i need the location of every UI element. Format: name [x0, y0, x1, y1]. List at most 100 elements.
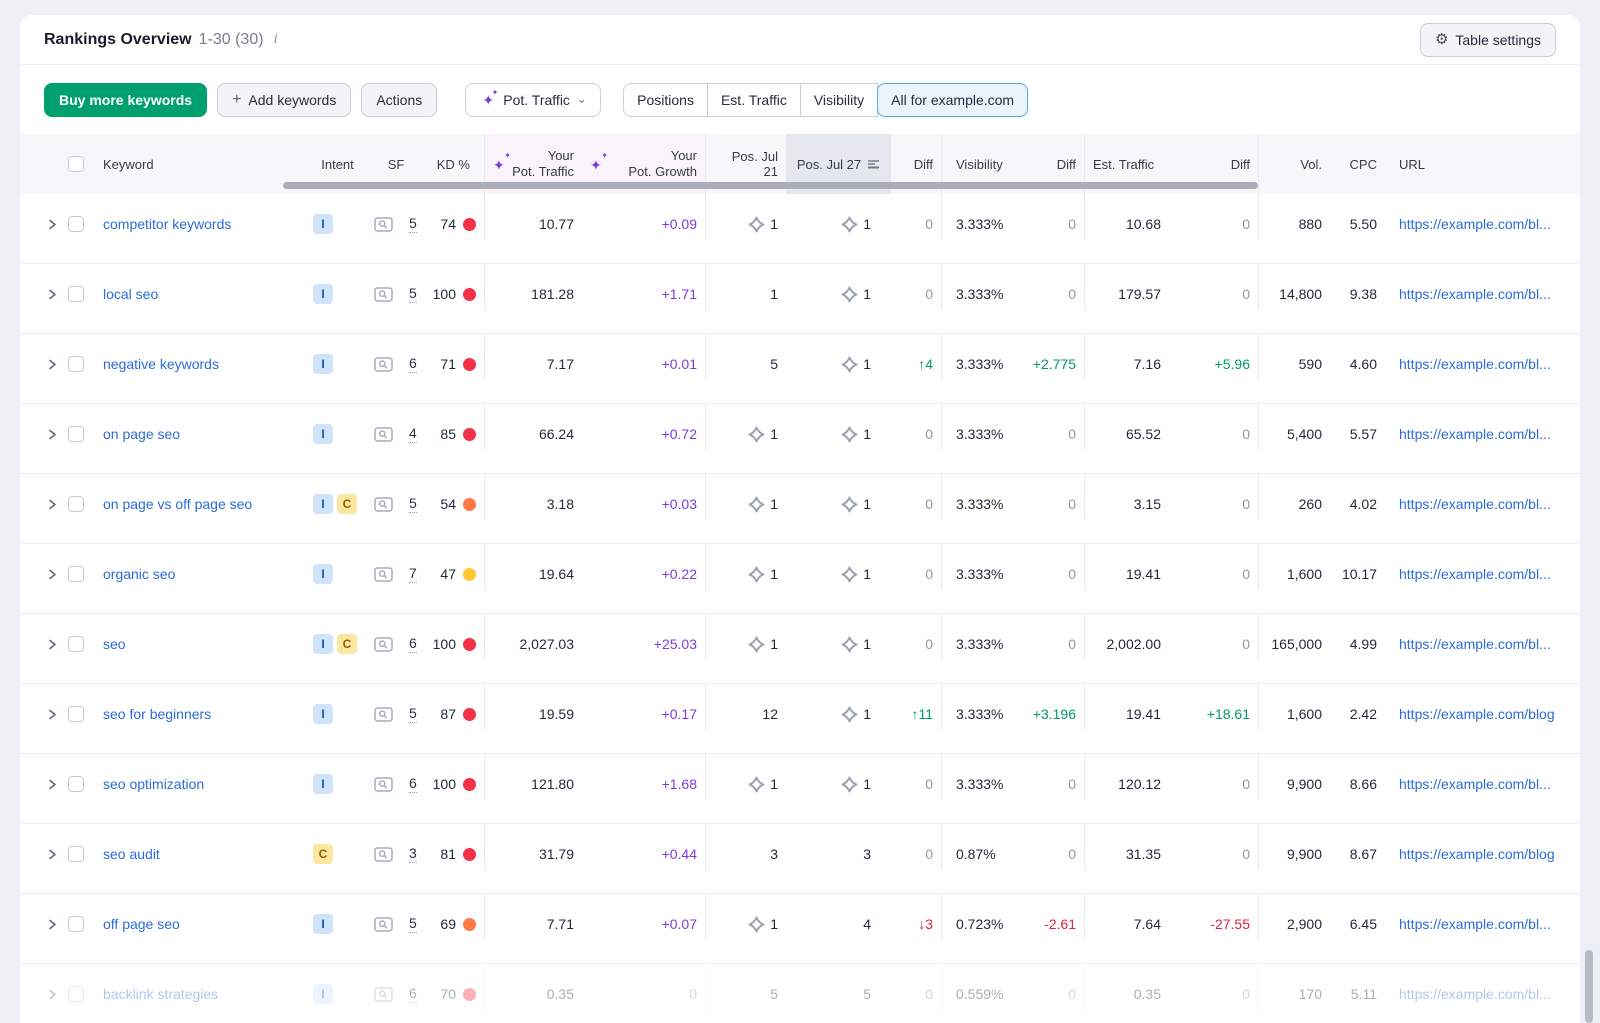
- url-link[interactable]: https://example.com/blog: [1399, 706, 1572, 722]
- select-all-checkbox[interactable]: [68, 156, 84, 172]
- actions-button[interactable]: Actions: [361, 83, 437, 117]
- serp-features-icon[interactable]: [374, 497, 393, 512]
- serp-features-icon[interactable]: [374, 707, 393, 722]
- sf-count[interactable]: 5: [409, 705, 417, 723]
- row-checkbox[interactable]: [68, 496, 84, 512]
- serp-feature-position-icon: [748, 426, 765, 443]
- row-checkbox[interactable]: [68, 776, 84, 792]
- kd-cell: 87: [422, 684, 484, 730]
- header-url[interactable]: URL: [1385, 134, 1580, 194]
- keyword-link[interactable]: competitor keywords: [103, 216, 231, 232]
- table-settings-button[interactable]: ⚙ Table settings: [1420, 23, 1556, 57]
- serp-features-icon[interactable]: [374, 427, 393, 442]
- row-checkbox[interactable]: [68, 636, 84, 652]
- expand-row-chevron-icon[interactable]: [44, 636, 68, 653]
- sf-count[interactable]: 7: [409, 565, 417, 583]
- keyword-link[interactable]: on page vs off page seo: [103, 496, 252, 512]
- keyword-cell: seo for beginners: [20, 684, 305, 730]
- serp-features-icon[interactable]: [374, 637, 393, 652]
- tab-all-for-domain[interactable]: All for example.com: [877, 83, 1028, 117]
- row-checkbox[interactable]: [68, 356, 84, 372]
- sf-count[interactable]: 3: [409, 845, 417, 863]
- url-link[interactable]: https://example.com/bl...: [1399, 426, 1572, 442]
- row-checkbox[interactable]: [68, 216, 84, 232]
- add-keywords-button[interactable]: + Add keywords: [217, 83, 351, 117]
- sf-count[interactable]: 5: [409, 215, 417, 233]
- serp-features-icon[interactable]: [374, 217, 393, 232]
- header-vol[interactable]: Vol.: [1258, 134, 1330, 194]
- plus-icon: +: [232, 91, 241, 109]
- url-link[interactable]: https://example.com/bl...: [1399, 216, 1572, 232]
- tab-positions[interactable]: Positions: [623, 83, 708, 117]
- horizontal-scrollbar[interactable]: [283, 182, 1258, 189]
- keyword-link[interactable]: on page seo: [103, 426, 180, 442]
- url-link[interactable]: https://example.com/bl...: [1399, 496, 1572, 512]
- expand-row-chevron-icon[interactable]: [44, 286, 68, 303]
- row-checkbox[interactable]: [68, 426, 84, 442]
- serp-features-icon[interactable]: [374, 917, 393, 932]
- expand-row-chevron-icon[interactable]: [44, 566, 68, 583]
- row-checkbox[interactable]: [68, 706, 84, 722]
- header-keyword[interactable]: Keyword: [20, 134, 305, 194]
- expand-row-chevron-icon[interactable]: [44, 356, 68, 373]
- sf-count[interactable]: 4: [409, 425, 417, 443]
- url-link[interactable]: https://example.com/bl...: [1399, 356, 1572, 372]
- keyword-link[interactable]: seo for beginners: [103, 706, 211, 722]
- sf-count[interactable]: 6: [409, 775, 417, 793]
- expand-row-chevron-icon[interactable]: [44, 916, 68, 933]
- serp-features-icon[interactable]: [374, 987, 393, 1002]
- metric-dropdown[interactable]: ✦ Pot. Traffic ⌄: [465, 83, 601, 117]
- row-checkbox[interactable]: [68, 916, 84, 932]
- keyword-link[interactable]: local seo: [103, 286, 158, 302]
- keyword-link[interactable]: seo: [103, 636, 126, 652]
- url-cell: https://example.com/bl...: [1385, 474, 1580, 520]
- sf-count[interactable]: 5: [409, 495, 417, 513]
- results-range: 1-30 (30): [199, 31, 264, 49]
- expand-row-chevron-icon[interactable]: [44, 706, 68, 723]
- vertical-scrollbar[interactable]: [1585, 950, 1593, 1023]
- row-checkbox[interactable]: [68, 846, 84, 862]
- info-icon[interactable]: i: [274, 31, 278, 48]
- table-row: local seo I 5 100 181.28 +1.71 1 1: [20, 264, 1580, 334]
- url-link[interactable]: https://example.com/bl...: [1399, 916, 1572, 932]
- sf-count[interactable]: 6: [409, 635, 417, 653]
- buy-more-keywords-button[interactable]: Buy more keywords: [44, 83, 207, 117]
- keyword-link[interactable]: off page seo: [103, 916, 180, 932]
- keyword-link[interactable]: organic seo: [103, 566, 175, 582]
- expand-row-chevron-icon[interactable]: [44, 776, 68, 793]
- keyword-link[interactable]: seo audit: [103, 846, 160, 862]
- tab-est-traffic[interactable]: Est. Traffic: [708, 83, 801, 117]
- expand-row-chevron-icon[interactable]: [44, 426, 68, 443]
- url-link[interactable]: https://example.com/bl...: [1399, 986, 1572, 1002]
- expand-row-chevron-icon[interactable]: [44, 986, 68, 1003]
- sf-count[interactable]: 5: [409, 285, 417, 303]
- keyword-link[interactable]: backlink strategies: [103, 986, 218, 1002]
- url-link[interactable]: https://example.com/bl...: [1399, 566, 1572, 582]
- url-link[interactable]: https://example.com/bl...: [1399, 636, 1572, 652]
- url-link[interactable]: https://example.com/blog: [1399, 846, 1572, 862]
- visibility-cell: 3.333%: [941, 754, 1025, 800]
- serp-features-icon[interactable]: [374, 777, 393, 792]
- add-keywords-label: Add keywords: [248, 92, 336, 108]
- url-link[interactable]: https://example.com/bl...: [1399, 286, 1572, 302]
- sf-count[interactable]: 5: [409, 915, 417, 933]
- sf-count[interactable]: 6: [409, 355, 417, 373]
- serp-features-icon[interactable]: [374, 287, 393, 302]
- tab-visibility[interactable]: Visibility: [801, 83, 878, 117]
- keyword-link[interactable]: negative keywords: [103, 356, 219, 372]
- url-link[interactable]: https://example.com/bl...: [1399, 776, 1572, 792]
- row-checkbox[interactable]: [68, 286, 84, 302]
- expand-row-chevron-icon[interactable]: [44, 496, 68, 513]
- sf-count[interactable]: 6: [409, 985, 417, 1003]
- row-checkbox[interactable]: [68, 566, 84, 582]
- keyword-link[interactable]: seo optimization: [103, 776, 204, 792]
- header-cpc[interactable]: CPC: [1330, 134, 1385, 194]
- serp-features-icon[interactable]: [374, 567, 393, 582]
- pos-jul-21-cell: 1: [705, 264, 786, 310]
- expand-row-chevron-icon[interactable]: [44, 846, 68, 863]
- kd-value: 70: [440, 986, 456, 1002]
- serp-features-icon[interactable]: [374, 357, 393, 372]
- serp-features-icon[interactable]: [374, 847, 393, 862]
- expand-row-chevron-icon[interactable]: [44, 216, 68, 233]
- row-checkbox[interactable]: [68, 986, 84, 1002]
